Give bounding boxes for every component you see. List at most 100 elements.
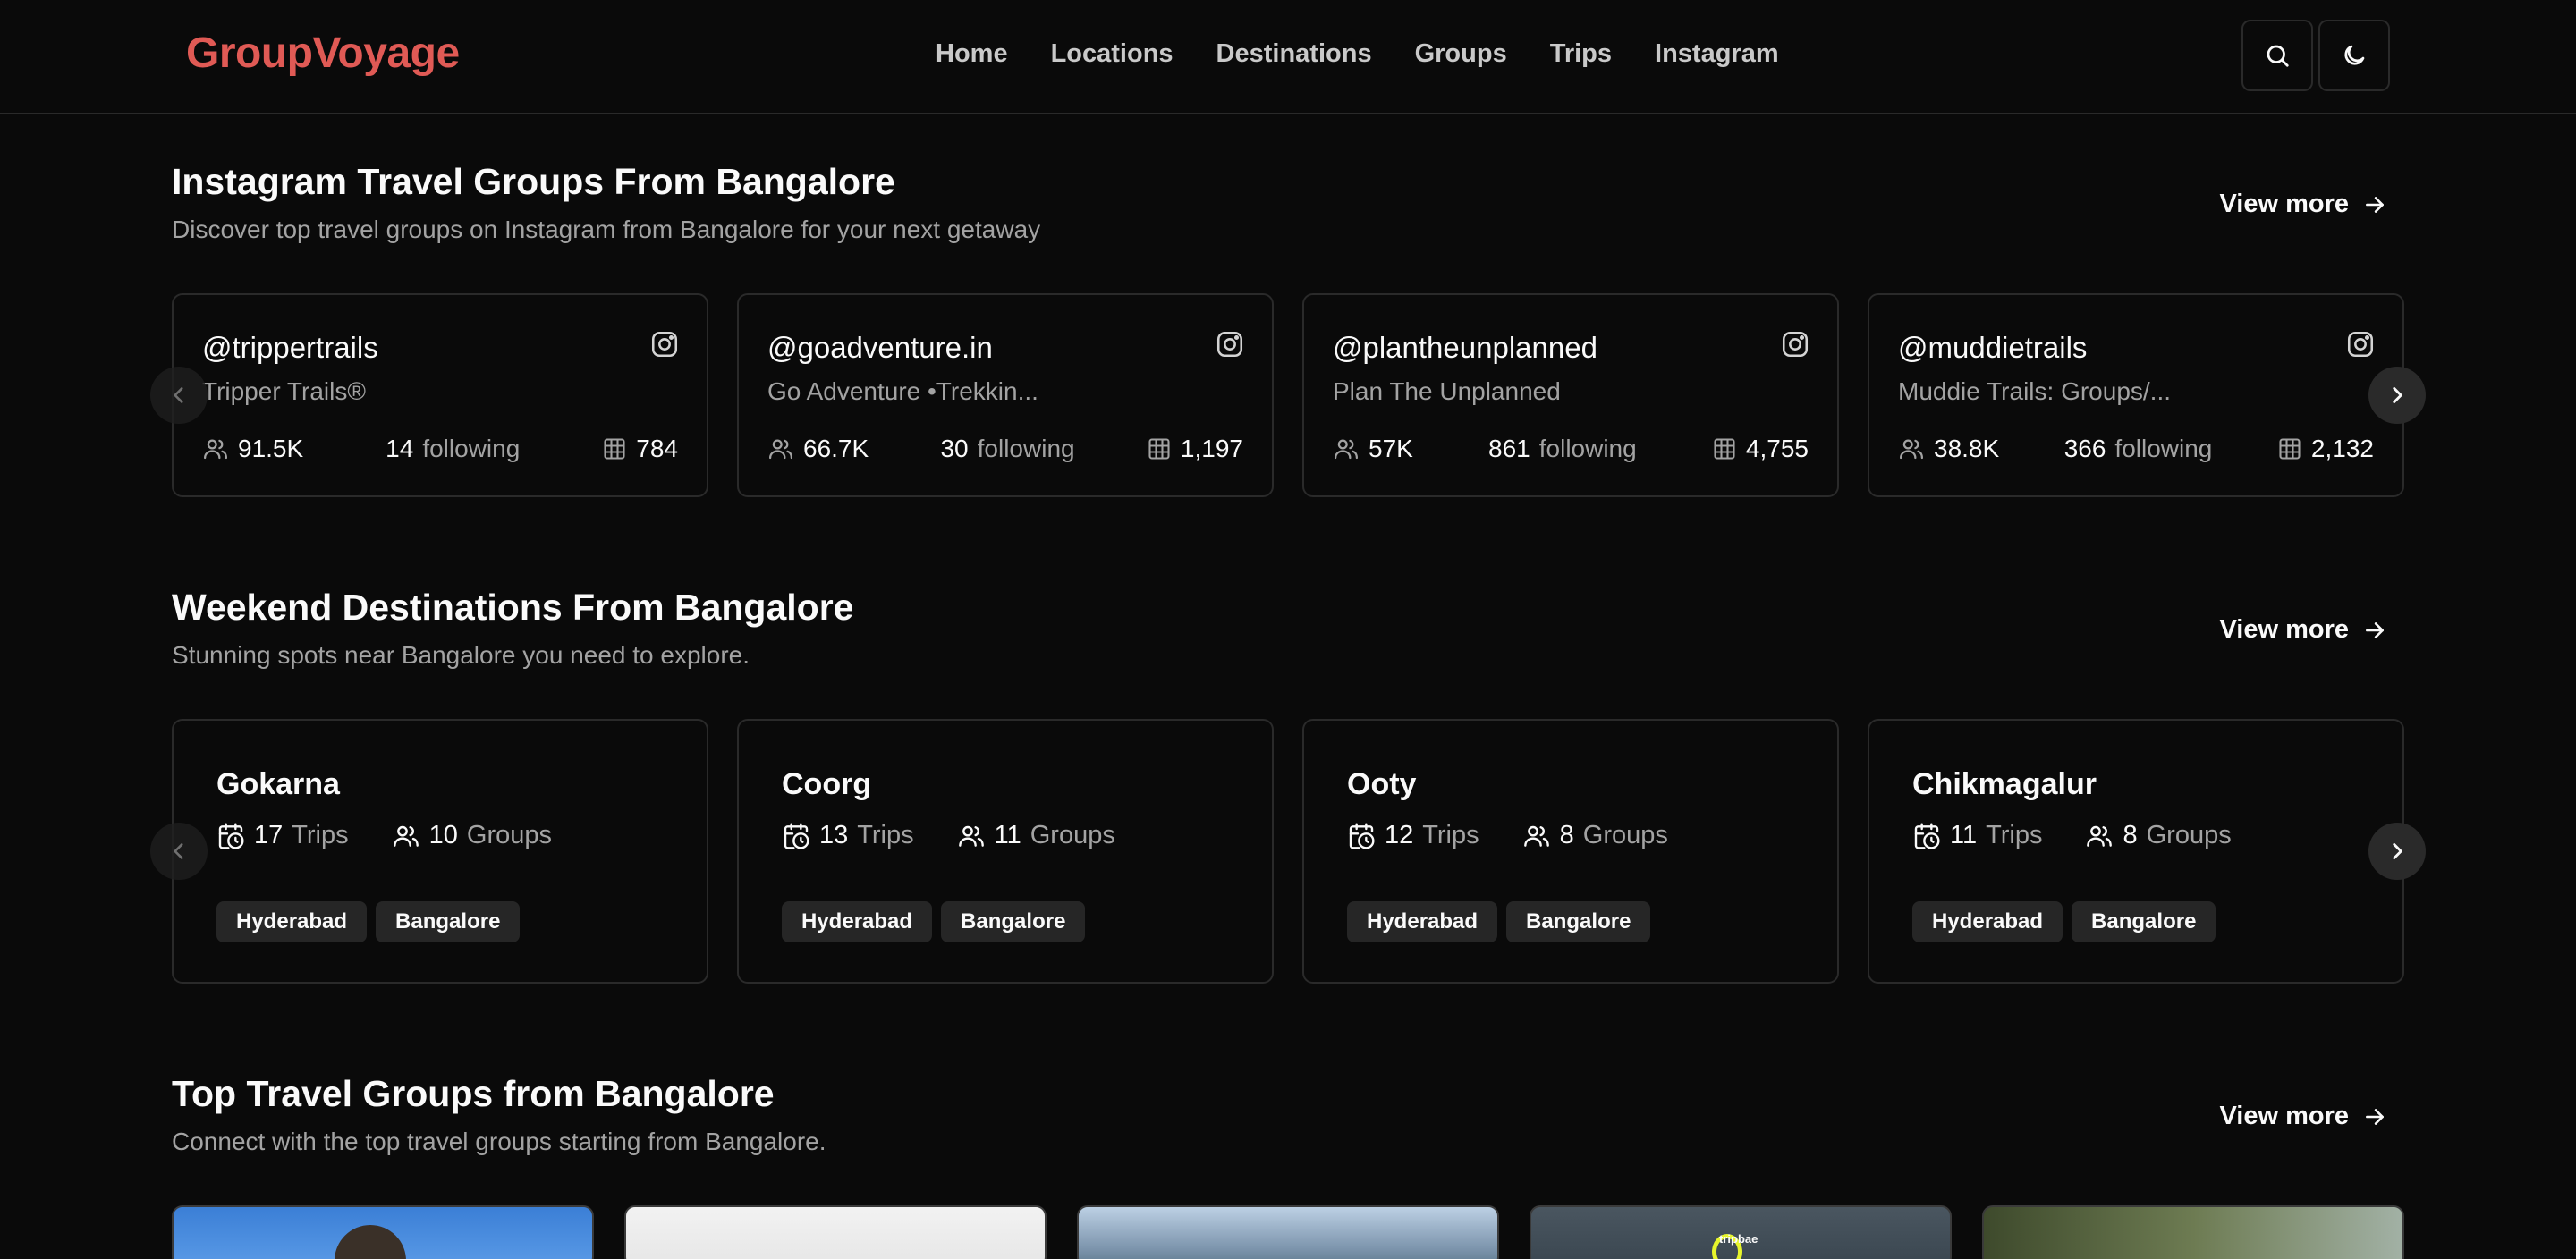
destination-card[interactable]: Ooty 12 Trips 8 Groups Hyderabad Bangalo…: [1302, 719, 1839, 984]
nav-home[interactable]: Home: [936, 39, 1008, 69]
followers-stat: 66.7K: [767, 435, 869, 463]
origin-tag[interactable]: Hyderabad: [216, 901, 368, 942]
trips-label: Trips: [1986, 821, 2043, 849]
group-image[interactable]: [624, 1205, 1046, 1259]
origin-tag[interactable]: Bangalore: [2072, 901, 2216, 942]
following-count: 366: [2063, 435, 2106, 462]
group-name: Muddie Trails: Groups/...: [1898, 377, 2172, 405]
group-name: Plan The Unplanned: [1333, 377, 1561, 405]
nav-trips[interactable]: Trips: [1550, 39, 1612, 69]
posts-stat: 2,132: [2277, 435, 2374, 463]
instagram-carousel-next-button[interactable]: [2368, 367, 2426, 424]
groups-stat: 11 Groups: [957, 821, 1115, 850]
nav-groups[interactable]: Groups: [1415, 39, 1507, 69]
groups-section-subtitle: Connect with the top travel groups start…: [172, 1128, 826, 1155]
origin-tag[interactable]: Hyderabad: [1912, 901, 2063, 942]
group-image[interactable]: [1077, 1205, 1499, 1259]
origin-tags: Hyderabad Bangalore: [1912, 901, 2216, 942]
group-stats: 91.5K 14 following 784: [202, 435, 678, 463]
groups-count: 11: [994, 821, 1021, 849]
followers-count: 38.8K: [1934, 435, 2000, 462]
followers-count: 57K: [1368, 435, 1413, 462]
instagram-handle: @trippertrails: [202, 331, 378, 364]
destination-stats: 11 Trips 8 Groups: [1912, 821, 2232, 850]
group-image[interactable]: [172, 1205, 594, 1259]
groups-stat: 8 Groups: [1522, 821, 1668, 850]
group-name: Tripper Trails®: [202, 377, 366, 405]
destination-stats: 12 Trips 8 Groups: [1347, 821, 1668, 850]
origin-tag[interactable]: Bangalore: [1506, 901, 1651, 942]
chevron-left-icon: [174, 387, 183, 403]
instagram-section-subtitle: Discover top travel groups on Instagram …: [172, 215, 1041, 243]
nav-instagram[interactable]: Instagram: [1655, 39, 1779, 69]
destinations-view-more-link[interactable]: View more: [2219, 615, 2386, 645]
group-image[interactable]: [1982, 1205, 2404, 1259]
followers-stat: 57K: [1333, 435, 1413, 463]
groups-label: Groups: [2146, 821, 2232, 849]
users-icon: [1523, 825, 1549, 847]
instagram-view-more-link[interactable]: View more: [2219, 190, 2386, 219]
origin-tag[interactable]: Hyderabad: [782, 901, 933, 942]
posts-stat: 1,197: [1147, 435, 1243, 463]
origin-tag[interactable]: Bangalore: [376, 901, 521, 942]
destinations-section-subtitle: Stunning spots near Bangalore you need t…: [172, 641, 750, 669]
users-icon: [1335, 439, 1358, 460]
group-logo-text: tripbae: [1719, 1232, 1758, 1246]
trips-stat: 17 Trips: [216, 821, 349, 850]
origin-tag[interactable]: Bangalore: [941, 901, 1086, 942]
instagram-group-card[interactable]: @trippertrails Tripper Trails® 91.5K 14 …: [172, 293, 708, 497]
instagram-group-card[interactable]: @plantheunplanned Plan The Unplanned 57K…: [1302, 293, 1839, 497]
groups-label: Groups: [1030, 821, 1115, 849]
followers-stat: 91.5K: [202, 435, 303, 463]
instagram-carousel-prev-button[interactable]: [150, 367, 208, 424]
groups-view-more-link[interactable]: View more: [2219, 1102, 2386, 1131]
group-image[interactable]: tripbae: [1530, 1205, 1952, 1259]
following-count: 861: [1488, 435, 1530, 462]
main-nav: Home Locations Destinations Groups Trips…: [936, 39, 1822, 69]
following-count: 30: [940, 435, 969, 462]
users-icon: [2087, 825, 2113, 847]
groups-label: Groups: [466, 821, 553, 849]
trips-count: 11: [1950, 821, 1978, 849]
followers-count: 91.5K: [238, 435, 304, 462]
posts-stat: 784: [602, 435, 678, 463]
destinations-carousel-prev-button[interactable]: [150, 823, 208, 880]
search-button[interactable]: [2241, 20, 2313, 91]
instagram-group-card[interactable]: @muddietrails Muddie Trails: Groups/... …: [1868, 293, 2404, 497]
arrow-right-icon: [2366, 196, 2384, 213]
following-label: following: [2114, 435, 2213, 462]
posts-count: 1,197: [1180, 435, 1243, 462]
nav-destinations[interactable]: Destinations: [1216, 39, 1372, 69]
destination-card[interactable]: Coorg 13 Trips 11 Groups Hyderabad Banga…: [737, 719, 1274, 984]
chevron-left-icon: [174, 843, 183, 859]
group-image-subject: [335, 1225, 406, 1259]
users-icon: [393, 825, 419, 847]
calendar-clock-icon: [784, 822, 809, 849]
posts-count: 4,755: [1745, 435, 1809, 462]
users-icon: [1900, 439, 1923, 460]
trips-label: Trips: [292, 821, 349, 849]
destination-stats: 17 Trips 10 Groups: [216, 821, 552, 850]
instagram-section-title: Instagram Travel Groups From Bangalore: [172, 161, 895, 202]
destinations-carousel-next-button[interactable]: [2368, 823, 2426, 880]
origin-tag[interactable]: Hyderabad: [1347, 901, 1498, 942]
nav-locations[interactable]: Locations: [1051, 39, 1174, 69]
calendar-clock-icon: [218, 822, 244, 849]
calendar-clock-icon: [1914, 822, 1940, 849]
destination-card[interactable]: Chikmagalur 11 Trips 8 Groups Hyderabad …: [1868, 719, 2404, 984]
grid-icon: [1714, 438, 1735, 460]
grid-icon: [2279, 438, 2301, 460]
trips-stat: 13 Trips: [782, 821, 914, 850]
instagram-group-card[interactable]: @goadventure.in Go Adventure •Trekkin...…: [737, 293, 1274, 497]
groups-count: 10: [428, 821, 458, 849]
site-logo[interactable]: GroupVoyage: [186, 29, 460, 78]
theme-toggle-button[interactable]: [2318, 20, 2390, 91]
destination-card[interactable]: Gokarna 17 Trips 10 Groups Hyderabad Ban…: [172, 719, 708, 984]
following-stat: 861 following: [1488, 435, 1637, 463]
groups-count: 8: [1559, 821, 1574, 849]
following-stat: 366 following: [2064, 435, 2213, 463]
groups-section-title: Top Travel Groups from Bangalore: [172, 1073, 775, 1114]
group-stats: 38.8K 366 following 2,132: [1898, 435, 2374, 463]
view-more-label: View more: [2219, 190, 2349, 218]
following-label: following: [1538, 435, 1637, 462]
